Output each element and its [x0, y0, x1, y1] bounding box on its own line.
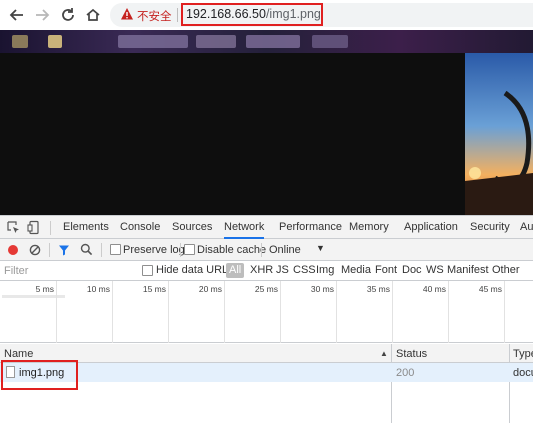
bookmark-item[interactable] [312, 35, 348, 48]
table-row[interactable]: img1.png 200 docu [0, 363, 533, 382]
disable-cache-label[interactable]: Disable cache [197, 244, 266, 256]
bookmarks-bar [0, 30, 533, 53]
bookmark-folder-icon[interactable] [12, 35, 28, 48]
filter-type-all[interactable]: All [226, 263, 245, 278]
request-status: 200 [396, 367, 415, 379]
tab-bar-separator [50, 221, 51, 235]
sunset-bridge-image [465, 53, 533, 215]
inspect-element-icon[interactable] [6, 220, 21, 235]
timeline-gridline [56, 281, 57, 343]
filter-input[interactable] [2, 263, 132, 279]
column-divider[interactable] [509, 344, 510, 423]
controls-separator [261, 243, 262, 257]
record-icon[interactable] [7, 244, 19, 259]
filter-bar: Hide data URLs All XHR JS CSS Img Media … [0, 261, 533, 281]
url-highlight-box [181, 3, 323, 26]
timeline-gridline [112, 281, 113, 343]
home-icon[interactable] [83, 5, 103, 25]
filter-icon[interactable] [58, 244, 70, 259]
controls-separator [101, 243, 102, 257]
column-header-status[interactable]: Status [396, 348, 427, 360]
tab-sources[interactable]: Sources [172, 216, 212, 239]
hide-data-urls-label[interactable]: Hide data URLs [156, 264, 234, 276]
filter-type-manifest[interactable]: Manifest [447, 264, 489, 276]
clear-icon[interactable] [29, 244, 41, 259]
timeline-gridline [392, 281, 393, 343]
timeline-gridline [168, 281, 169, 343]
network-timeline[interactable]: 5 ms 10 ms 15 ms 20 ms 25 ms 30 ms 35 ms… [0, 281, 533, 343]
browser-toolbar: 不安全 192.168.66.50/img1.png [0, 0, 533, 30]
filter-type-js[interactable]: JS [276, 264, 289, 276]
filter-type-xhr[interactable]: XHR [250, 264, 273, 276]
controls-separator [49, 243, 50, 257]
filter-type-other[interactable]: Other [492, 264, 520, 276]
search-icon[interactable] [80, 243, 93, 259]
warning-triangle-icon[interactable] [120, 7, 134, 21]
tab-audits[interactable]: Au [520, 216, 533, 239]
tab-application[interactable]: Application [404, 216, 458, 239]
hide-data-urls-checkbox[interactable] [142, 265, 153, 276]
timeline-tick-label: 30 ms [310, 284, 334, 294]
forward-arrow-icon[interactable] [32, 5, 52, 25]
filter-type-font[interactable]: Font [375, 264, 397, 276]
timeline-tick-label: 5 ms [35, 284, 54, 294]
address-separator [177, 8, 178, 22]
tab-security[interactable]: Security [470, 216, 510, 239]
tab-elements[interactable]: Elements [63, 216, 109, 239]
filter-type-ws[interactable]: WS [426, 264, 444, 276]
tab-performance[interactable]: Performance [279, 216, 342, 239]
network-controls-bar: Preserve log Disable cache Online ▼ [0, 239, 533, 261]
page-viewport [0, 53, 533, 215]
timeline-gridline [280, 281, 281, 343]
devtools-panel: Elements Console Sources Network Perform… [0, 215, 533, 423]
preserve-log-label[interactable]: Preserve log [123, 244, 185, 256]
filter-type-media[interactable]: Media [341, 264, 371, 276]
timeline-gridline [224, 281, 225, 343]
back-arrow-icon[interactable] [7, 5, 27, 25]
requests-table-header: Name ▲ Status Type [0, 344, 533, 363]
tab-network[interactable]: Network [224, 216, 265, 239]
timeline-tick-label: 15 ms [142, 284, 166, 294]
column-header-name[interactable]: Name [4, 348, 33, 360]
filter-type-doc[interactable]: Doc [402, 264, 422, 276]
throttling-select[interactable]: Online [269, 244, 301, 256]
sort-ascending-icon[interactable]: ▲ [380, 349, 388, 358]
devtools-tab-bar: Elements Console Sources Network Perform… [0, 216, 533, 239]
filter-type-css[interactable]: CSS [293, 264, 316, 276]
timeline-gridline [504, 281, 505, 343]
column-divider[interactable] [391, 344, 392, 423]
timeline-tick-label: 35 ms [366, 284, 390, 294]
timeline-tick-label: 45 ms [478, 284, 502, 294]
timeline-tick-label: 40 ms [422, 284, 446, 294]
timeline-tick-label: 20 ms [198, 284, 222, 294]
preserve-log-checkbox[interactable] [110, 244, 121, 255]
reload-icon[interactable] [58, 5, 78, 25]
device-toolbar-icon[interactable] [27, 220, 42, 235]
chevron-down-icon[interactable]: ▼ [316, 243, 325, 253]
disable-cache-checkbox[interactable] [184, 244, 195, 255]
request-highlight-box [1, 360, 78, 390]
bookmark-item[interactable] [246, 35, 300, 48]
security-status-label[interactable]: 不安全 [137, 8, 172, 24]
tab-console[interactable]: Console [120, 216, 160, 239]
bookmark-folder-icon[interactable] [48, 35, 62, 48]
timeline-gridline [336, 281, 337, 343]
column-header-type[interactable]: Type [513, 348, 533, 360]
timeline-gridline [448, 281, 449, 343]
controls-separator [180, 243, 181, 257]
bookmark-item[interactable] [118, 35, 188, 48]
request-type: docu [513, 367, 533, 379]
timeline-tick-label: 25 ms [254, 284, 278, 294]
bookmark-item[interactable] [196, 35, 236, 48]
timeline-tick-label: 10 ms [86, 284, 110, 294]
filter-type-img[interactable]: Img [316, 264, 334, 276]
tab-memory[interactable]: Memory [349, 216, 389, 239]
